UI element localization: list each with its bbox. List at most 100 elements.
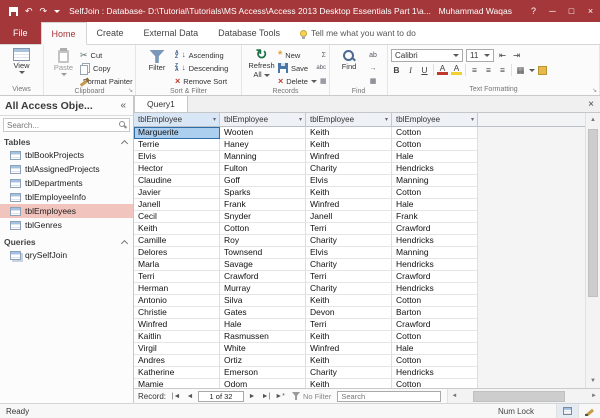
vertical-scrollbar-thumb[interactable]	[588, 129, 598, 297]
tab-home[interactable]: Home	[41, 22, 87, 45]
table-cell[interactable]: Christie	[134, 307, 220, 319]
column-header[interactable]: tblEmployee▾	[134, 113, 220, 127]
bold-button[interactable]: B	[391, 64, 402, 76]
table-cell[interactable]: Rasmussen	[220, 331, 306, 343]
table-cell[interactable]: Marla	[134, 259, 220, 271]
table-cell[interactable]: Odom	[220, 379, 306, 388]
undo-icon[interactable]: ↶	[25, 7, 33, 16]
table-cell[interactable]: Keith	[306, 139, 392, 151]
font-name-select[interactable]: Calibri	[391, 49, 463, 62]
table-cell[interactable]: Hale	[220, 319, 306, 331]
table-cell[interactable]: Fulton	[220, 163, 306, 175]
table-cell[interactable]: Cotton	[392, 379, 478, 388]
horizontal-scrollbar-thumb[interactable]	[473, 391, 565, 402]
table-cell[interactable]: Antonio	[134, 295, 220, 307]
find-button[interactable]: Find	[333, 47, 365, 71]
record-search-input[interactable]	[337, 391, 441, 402]
table-cell[interactable]: Elvis	[306, 175, 392, 187]
totals-icon[interactable]: Σ	[322, 52, 326, 59]
table-cell[interactable]: Manning	[392, 247, 478, 259]
replace-button[interactable]: ab	[369, 49, 377, 61]
table-cell[interactable]: Mamie	[134, 379, 220, 388]
align-center-button[interactable]: ≡	[483, 64, 494, 76]
nav-item-tblGenres[interactable]: tblGenres	[0, 218, 133, 232]
tab-file[interactable]: File	[0, 22, 41, 44]
table-cell[interactable]: Terri	[306, 319, 392, 331]
nav-item-tblAssignedProjects[interactable]: tblAssignedProjects	[0, 162, 133, 176]
new-blank-record-button[interactable]: ►*	[274, 393, 286, 400]
table-cell[interactable]: Terrie	[134, 139, 220, 151]
close-button[interactable]: ×	[581, 0, 600, 22]
table-cell[interactable]: Keith	[306, 331, 392, 343]
redo-icon[interactable]: ↷	[40, 7, 48, 16]
table-cell[interactable]: White	[220, 343, 306, 355]
nav-item-tblEmployees[interactable]: tblEmployees	[0, 204, 133, 218]
table-cell[interactable]: Frank	[220, 199, 306, 211]
table-cell[interactable]: Manning	[392, 175, 478, 187]
table-cell[interactable]: Goff	[220, 175, 306, 187]
select-button[interactable]: ▦	[370, 75, 377, 87]
new-record-button-ribbon[interactable]: * New Σ	[278, 49, 326, 61]
help-button[interactable]: ?	[524, 0, 543, 22]
paste-button[interactable]: Paste	[47, 47, 80, 76]
tell-me-box[interactable]: Tell me what you want to do	[300, 22, 416, 44]
descending-button[interactable]: ZA ↓ Descending	[175, 62, 237, 74]
table-cell[interactable]: Elvis	[134, 151, 220, 163]
column-dropdown-icon[interactable]: ▾	[299, 116, 302, 123]
table-cell[interactable]: Janell	[134, 199, 220, 211]
table-cell[interactable]: Cotton	[220, 223, 306, 235]
table-cell[interactable]: Keith	[306, 295, 392, 307]
table-cell[interactable]: Terri	[306, 271, 392, 283]
refresh-all-button[interactable]: ↻ Refresh All	[245, 47, 278, 79]
minimize-button[interactable]: ─	[543, 0, 562, 22]
table-cell[interactable]: Cecil	[134, 211, 220, 223]
table-cell[interactable]: Winfred	[306, 343, 392, 355]
table-cell[interactable]: Haney	[220, 139, 306, 151]
table-cell[interactable]: Devon	[306, 307, 392, 319]
italic-button[interactable]: I	[405, 64, 416, 76]
table-cell[interactable]: Ortiz	[220, 355, 306, 367]
close-document-icon[interactable]: ×	[582, 99, 600, 110]
tab-create[interactable]: Create	[87, 22, 134, 44]
table-cell[interactable]: Frank	[392, 211, 478, 223]
column-header[interactable]: tblEmployee▾	[392, 113, 478, 127]
copy-button[interactable]: Copy	[80, 62, 132, 74]
spelling-icon[interactable]: abc	[316, 65, 326, 71]
filter-button[interactable]: Filter	[139, 47, 175, 72]
active-cell[interactable]: Marguerite	[134, 127, 220, 139]
table-cell[interactable]: Silva	[220, 295, 306, 307]
underline-button[interactable]: U	[419, 64, 430, 76]
increase-indent-button[interactable]: ⇥	[511, 50, 522, 62]
vertical-scrollbar[interactable]: ▲ ▼	[585, 113, 600, 388]
column-dropdown-icon[interactable]: ▾	[385, 116, 388, 123]
save-record-button[interactable]: Save abc	[278, 62, 326, 74]
maximize-button[interactable]: □	[562, 0, 581, 22]
table-cell[interactable]: Camille	[134, 235, 220, 247]
table-cell[interactable]: Cotton	[392, 127, 478, 139]
font-color-button[interactable]: A	[437, 65, 448, 75]
table-cell[interactable]: Terri	[306, 223, 392, 235]
table-cell[interactable]: Hale	[392, 343, 478, 355]
nav-group-tables[interactable]: Tables	[0, 135, 133, 148]
table-cell[interactable]: Keith	[306, 187, 392, 199]
save-icon[interactable]	[9, 7, 18, 16]
table-cell[interactable]: Charity	[306, 367, 392, 379]
view-button[interactable]: View	[4, 47, 40, 74]
table-cell[interactable]: Emerson	[220, 367, 306, 379]
ascending-button[interactable]: AZ ↓ Ascending	[175, 49, 237, 61]
table-cell[interactable]: Winfred	[306, 199, 392, 211]
background-color-button[interactable]	[538, 66, 547, 75]
remove-sort-button[interactable]: × Remove Sort	[175, 75, 237, 87]
datasheet-view-button[interactable]	[556, 404, 578, 418]
customize-qat-icon[interactable]	[54, 10, 60, 13]
table-cell[interactable]: Charity	[306, 259, 392, 271]
more-records-icon[interactable]: ▦	[320, 77, 327, 85]
table-cell[interactable]: Andres	[134, 355, 220, 367]
column-header[interactable]: tblEmployee▾	[220, 113, 306, 127]
table-cell[interactable]: Cotton	[392, 187, 478, 199]
table-cell[interactable]: Cotton	[392, 295, 478, 307]
table-cell[interactable]: Javier	[134, 187, 220, 199]
cut-button[interactable]: ✂ Cut	[80, 49, 132, 61]
column-dropdown-icon[interactable]: ▾	[213, 116, 216, 123]
document-tab-query1[interactable]: Query1	[134, 95, 188, 112]
